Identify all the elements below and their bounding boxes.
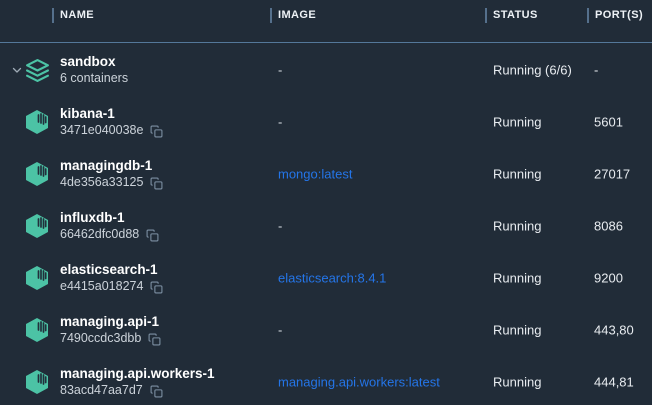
table-row-kibana[interactable]: kibana-1 3471e040038e - Running 5601 <box>0 96 652 148</box>
table-row-elasticsearch[interactable]: elasticsearch-1 e4415a018274 elasticsear… <box>0 252 652 304</box>
ports-cell: 443,80 <box>594 323 634 338</box>
ports-cell: 9200 <box>594 271 623 286</box>
container-name: managing.api-1 <box>60 313 161 330</box>
container-id: 7490ccdc3dbb <box>60 330 141 347</box>
copy-icon[interactable] <box>150 385 163 398</box>
container-name: managing.api.workers-1 <box>60 365 215 382</box>
table-row-managing-api[interactable]: managing.api-1 7490ccdc3dbb - Running 44… <box>0 304 652 356</box>
copy-icon[interactable] <box>146 229 159 242</box>
table-row-sandbox[interactable]: sandbox 6 containers - Running (6/6) - <box>0 44 652 96</box>
table-row-influxdb[interactable]: influxdb-1 66462dfc0d88 - Running 8086 <box>0 200 652 252</box>
table-row-managing-api-workers[interactable]: managing.api.workers-1 83acd47aa7d7 mana… <box>0 356 652 405</box>
containers-table: NAME IMAGE STATUS PORT(S) sandbox 6 cont… <box>0 0 652 405</box>
image-cell: - <box>278 323 282 338</box>
container-cube-icon <box>24 317 50 343</box>
container-id: 66462dfc0d88 <box>60 226 139 243</box>
status-cell: Running <box>493 323 541 338</box>
container-cube-icon <box>24 161 50 187</box>
table-header: NAME IMAGE STATUS PORT(S) <box>0 0 652 43</box>
status-cell: Running <box>493 375 541 390</box>
table-row-managingdb[interactable]: managingdb-1 4de356a33125 mongo:latest R… <box>0 148 652 200</box>
column-header-ports[interactable]: PORT(S) <box>587 8 643 23</box>
column-header-image[interactable]: IMAGE <box>270 8 316 23</box>
container-name: elasticsearch-1 <box>60 261 163 278</box>
container-cube-icon <box>24 213 50 239</box>
image-link[interactable]: elasticsearch:8.4.1 <box>278 271 386 286</box>
copy-icon[interactable] <box>150 177 163 190</box>
container-name: influxdb-1 <box>60 209 159 226</box>
ports-cell: 27017 <box>594 167 630 182</box>
container-name: managingdb-1 <box>60 157 163 174</box>
column-header-name[interactable]: NAME <box>52 8 94 23</box>
status-cell: Running <box>493 271 541 286</box>
container-id: e4415a018274 <box>60 278 143 295</box>
status-cell: Running <box>493 167 541 182</box>
image-cell: - <box>278 219 282 234</box>
container-name: sandbox <box>60 53 128 70</box>
column-header-status[interactable]: STATUS <box>485 8 538 23</box>
container-name: kibana-1 <box>60 105 163 122</box>
image-cell: - <box>278 63 282 78</box>
container-cube-icon <box>24 369 50 395</box>
image-cell: - <box>278 115 282 130</box>
status-cell: Running <box>493 115 541 130</box>
compose-stack-icon <box>24 57 50 83</box>
copy-icon[interactable] <box>148 333 161 346</box>
ports-cell: - <box>594 63 598 78</box>
copy-icon[interactable] <box>150 281 163 294</box>
container-count: 6 containers <box>60 70 128 87</box>
image-link[interactable]: mongo:latest <box>278 167 352 182</box>
chevron-down-icon[interactable] <box>10 63 24 77</box>
ports-cell: 444,81 <box>594 375 634 390</box>
container-id: 4de356a33125 <box>60 174 143 191</box>
status-cell: Running <box>493 219 541 234</box>
status-cell: Running (6/6) <box>493 63 572 78</box>
image-link[interactable]: managing.api.workers:latest <box>278 375 440 390</box>
ports-cell: 5601 <box>594 115 623 130</box>
container-id: 83acd47aa7d7 <box>60 382 143 399</box>
container-cube-icon <box>24 265 50 291</box>
container-cube-icon <box>24 109 50 135</box>
copy-icon[interactable] <box>150 125 163 138</box>
ports-cell: 8086 <box>594 219 623 234</box>
container-id: 3471e040038e <box>60 122 143 139</box>
